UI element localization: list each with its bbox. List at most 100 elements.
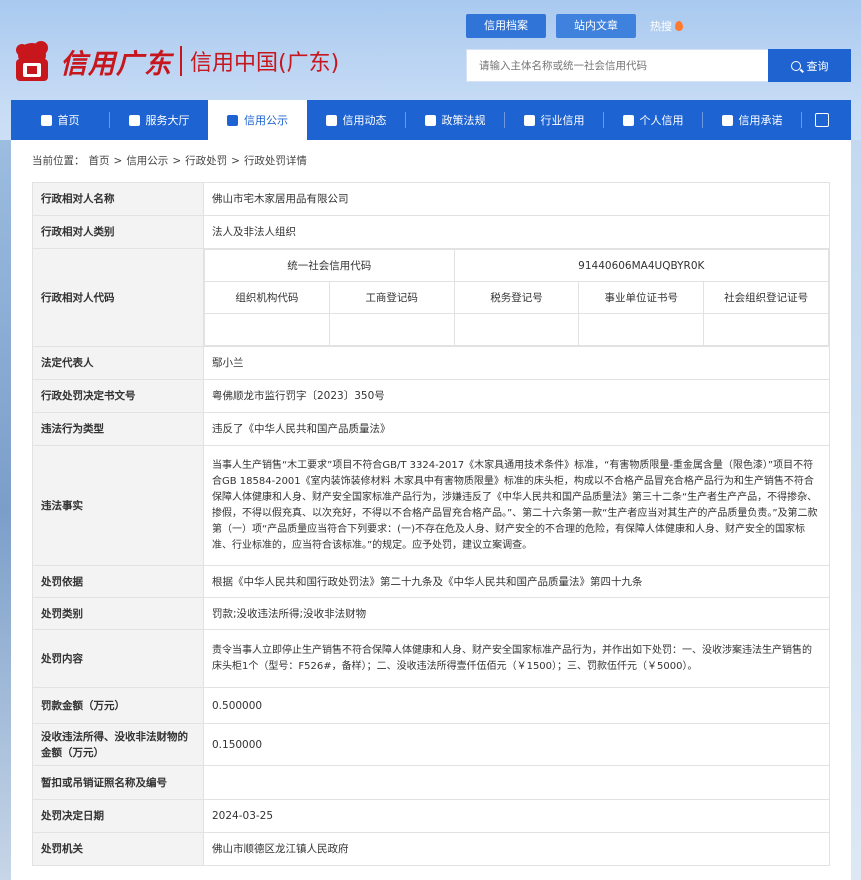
nav-item-home[interactable]: 首页	[11, 100, 109, 140]
nav-item-policies[interactable]: 政策法规	[406, 100, 504, 140]
book-icon	[424, 114, 436, 126]
nav-item-label: 个人信用	[639, 114, 684, 127]
table-row: 处罚内容 责令当事人立即停止生产销售不符合保障人体健康和人身、财产安全国家标准产…	[32, 629, 830, 688]
breadcrumb-item-current: 行政处罚详情	[243, 155, 307, 167]
nav-item-label: 首页	[57, 114, 80, 127]
org-code-value	[204, 313, 330, 346]
home-icon	[40, 114, 52, 126]
logo-divider	[180, 46, 182, 76]
nav-item-label: 信用承诺	[738, 114, 783, 127]
facts-label: 违法事实	[32, 445, 204, 566]
grid-icon	[128, 114, 140, 126]
main-content: 当前位置： 首页 > 信用公示 > 行政处罚 > 行政处罚详情 行政相对人名称 佛山市宅木家居…	[11, 140, 851, 880]
breadcrumb-separator: >	[113, 155, 123, 167]
social-org-header: 社会组织登记证号	[703, 281, 829, 314]
nav-item-industry-credit[interactable]: 行业信用	[505, 100, 603, 140]
background-decoration-right	[851, 140, 861, 880]
social-org-value	[703, 313, 829, 346]
table-row: 罚款金额（万元） 0.500000	[32, 687, 830, 724]
search-input[interactable]	[466, 49, 768, 82]
site-logo[interactable]: 信用广东 信用中国(广东)	[10, 35, 355, 87]
table-row: 行政相对人名称 佛山市宅木家居用品有限公司	[32, 182, 830, 216]
tax-reg-value	[453, 313, 580, 346]
main-nav: 首页 服务大厅 信用公示 信用动态 政策法规 行业信用 个人信用 信用承诺	[11, 100, 851, 140]
site-header: 信用广东 信用中国(广东) 信用档案 站内文章 热搜 查询	[0, 0, 861, 100]
table-row: 处罚类别 罚款;没收违法所得;没收非法财物	[32, 597, 830, 630]
authority-value: 佛山市顺德区龙江镇人民政府	[203, 832, 830, 866]
party-code-label: 行政相对人代码	[32, 248, 204, 347]
breadcrumb-separator: >	[231, 155, 240, 167]
search-bar: 查询	[466, 49, 851, 82]
license-value	[203, 765, 830, 800]
org-code-header: 组织机构代码	[204, 281, 330, 314]
table-row: 处罚依据 根据《中华人民共和国行政处罚法》第二十九条及《中华人民共和国产品质量法…	[32, 565, 830, 598]
basis-value: 根据《中华人民共和国行政处罚法》第二十九条及《中华人民共和国产品质量法》第四十九…	[203, 565, 830, 598]
content-label: 处罚内容	[32, 629, 204, 688]
uscc-value: 91440606MA4UQBYR0K	[453, 249, 830, 282]
authority-label: 处罚机关	[32, 832, 204, 866]
nav-external-button[interactable]	[802, 100, 842, 140]
legal-rep-label: 法定代表人	[32, 346, 204, 380]
license-label: 暂扣或吊销证照名称及编号	[32, 765, 204, 800]
uscc-label: 统一社会信用代码	[204, 249, 455, 282]
breadcrumb: 当前位置： 首页 > 信用公示 > 行政处罚 > 行政处罚详情	[32, 140, 830, 182]
tab-site-articles[interactable]: 站内文章	[556, 14, 636, 38]
top-tabs: 信用档案 站内文章 热搜	[466, 14, 683, 38]
legal-rep-value: 鄢小兰	[203, 346, 830, 380]
table-row: 处罚决定日期 2024-03-25	[32, 799, 830, 833]
content-value: 责令当事人立即停止生产销售不符合保障人体健康和人身、财产安全国家标准产品行为，并…	[203, 629, 830, 688]
document-icon	[325, 114, 337, 126]
breadcrumb-item-home[interactable]: 首页	[89, 155, 110, 167]
nav-item-credit-publicity[interactable]: 信用公示	[208, 100, 307, 140]
decision-date-value: 2024-03-25	[203, 799, 830, 833]
basis-label: 处罚依据	[32, 565, 204, 598]
party-code-subtable: 统一社会信用代码 91440606MA4UQBYR0K 组织机构代码 工商登记码…	[204, 249, 830, 346]
nav-item-credit-commitment[interactable]: 信用承诺	[703, 100, 801, 140]
business-reg-value	[328, 313, 455, 346]
nav-item-label: 服务大厅	[145, 114, 190, 127]
nav-item-label: 信用动态	[342, 114, 387, 127]
table-row: 处罚机关 佛山市顺德区龙江镇人民政府	[32, 832, 830, 866]
fire-icon	[675, 21, 683, 31]
doc-no-label: 行政处罚决定书文号	[32, 379, 204, 413]
violation-type-label: 违法行为类型	[32, 412, 204, 446]
hot-search-label: 热搜	[650, 20, 672, 33]
tab-credit-archive[interactable]: 信用档案	[466, 14, 546, 38]
decision-date-label: 处罚决定日期	[32, 799, 204, 833]
nav-item-personal-credit[interactable]: 个人信用	[604, 100, 702, 140]
logo-emblem-icon	[10, 37, 54, 85]
nav-item-label: 政策法规	[441, 114, 486, 127]
hot-search-link[interactable]: 热搜	[650, 18, 683, 34]
party-code-cell: 统一社会信用代码 91440606MA4UQBYR0K 组织机构代码 工商登记码…	[203, 248, 830, 347]
party-type-value: 法人及非法人组织	[203, 215, 830, 249]
tax-reg-header: 税务登记号	[453, 281, 580, 314]
doc-no-value: 粤佛顺龙市监行罚字〔2023〕350号	[203, 379, 830, 413]
search-button[interactable]: 查询	[768, 49, 851, 82]
code-header-row: 组织机构代码 工商登记码 税务登记号 事业单位证书号 社会组织登记证号	[204, 281, 829, 314]
search-button-label: 查询	[806, 59, 829, 73]
fine-value: 0.500000	[203, 687, 830, 724]
brand-script-name: 信用广东	[60, 48, 172, 80]
breadcrumb-item-admin-penalty[interactable]: 行政处罚	[185, 155, 227, 167]
external-link-icon	[815, 113, 829, 127]
fine-label: 罚款金额（万元）	[32, 687, 204, 724]
table-row: 行政处罚决定书文号 粤佛顺龙市监行罚字〔2023〕350号	[32, 379, 830, 413]
category-value: 罚款;没收违法所得;没收非法财物	[203, 597, 830, 630]
nav-item-label: 行业信用	[540, 114, 585, 127]
nav-item-label: 信用公示	[244, 114, 288, 127]
uscc-row: 统一社会信用代码 91440606MA4UQBYR0K	[204, 249, 830, 282]
breadcrumb-prefix: 当前位置：	[32, 155, 85, 167]
background-decoration	[0, 140, 11, 880]
confiscation-label: 没收违法所得、没收非法财物的金额（万元）	[32, 723, 204, 766]
breadcrumb-item-credit-publicity[interactable]: 信用公示	[126, 155, 168, 167]
nav-item-service-hall[interactable]: 服务大厅	[110, 100, 208, 140]
nav-item-credit-news[interactable]: 信用动态	[307, 100, 405, 140]
business-reg-header: 工商登记码	[328, 281, 455, 314]
table-row: 违法行为类型 违反了《中华人民共和国产品质量法》	[32, 412, 830, 446]
breadcrumb-separator: >	[172, 155, 182, 167]
confiscation-value: 0.150000	[203, 723, 830, 766]
shield-icon	[721, 114, 733, 126]
category-label: 处罚类别	[32, 597, 204, 630]
table-row: 暂扣或吊销证照名称及编号	[32, 765, 830, 800]
party-name-label: 行政相对人名称	[32, 182, 204, 216]
